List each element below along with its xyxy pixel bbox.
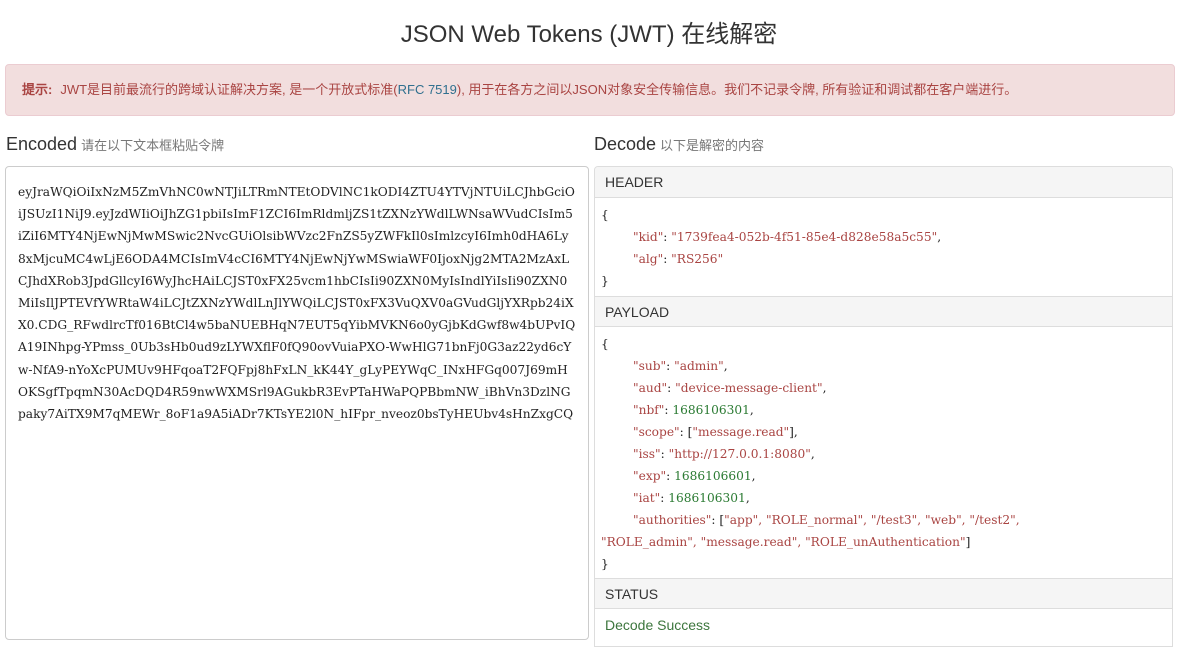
json-number-value: 1686106301 [668,491,746,505]
json-string-value: "message.read" [692,425,790,439]
json-key: "exp" [633,469,667,483]
page-title: JSON Web Tokens (JWT) 在线解密 [400,21,778,48]
payload-section-title: PAYLOAD [595,296,1172,327]
decode-subtitle: 以下是解密的内容 [660,138,765,153]
json-key: "sub" [633,359,667,373]
alert-text-before: JWT是目前最流行的跨域认证解决方案, 是一个开放式标准( [60,82,398,97]
decode-panel: HEADER { "kid": "1739fea4-052b-4f51-85e4… [594,166,1173,647]
json-string-value: "ROLE_admin", "message.read", "ROLE_unAu… [601,535,966,549]
encoded-heading: Encoded 请在以下文本框粘贴令牌 [6,134,224,155]
json-open-brace: { [601,208,609,222]
payload-sub-row: "sub": "admin", [633,359,728,373]
payload-scope-row: "scope": ["message.read"], [633,425,798,439]
encoded-subtitle: 请在以下文本框粘贴令牌 [81,138,225,153]
alert-text-after: ), 用于在各方之间以JSON对象安全传输信息。我们不记录令牌, 所有验证和调试… [456,82,1018,97]
rfc-7519-link[interactable]: RFC 7519 [398,82,457,97]
payload-json: { "sub": "admin", "aud": "device-message… [595,327,1172,578]
payload-iss-row: "iss": "http://127.0.0.1:8080", [633,447,815,461]
encoded-title: Encoded [6,134,78,154]
json-key: "aud" [633,381,668,395]
json-open-brace: { [601,337,609,351]
payload-exp-row: "exp": 1686106601, [633,469,756,483]
json-close-brace: } [601,557,609,571]
payload-authorities-continuation: "ROLE_admin", "message.read", "ROLE_unAu… [601,535,971,549]
json-key: "scope" [633,425,680,439]
header-json: { "kid": "1739fea4-052b-4f51-85e4-d828e5… [595,198,1172,296]
decode-heading: Decode 以下是解密的内容 [594,134,764,155]
payload-iat-row: "iat": 1686106301, [633,491,750,505]
json-string-value: "http://127.0.0.1:8080" [668,447,811,461]
json-close-brace: } [601,274,609,288]
json-string-value: "1739fea4-052b-4f51-85e4-d828e58a5c55" [671,230,938,244]
status-section-title: STATUS [595,578,1172,609]
header-alg-row: "alg": "RS256" [633,252,724,266]
payload-authorities-row: "authorities": ["app", "ROLE_normal", "/… [633,513,1020,527]
payload-aud-row: "aud": "device-message-client", [633,381,827,395]
json-key: "alg" [633,252,664,266]
json-number-value: 1686106601 [674,469,752,483]
json-string-value: "device-message-client" [675,381,823,395]
token-input[interactable]: eyJraWQiOiIxNzM5ZmVhNC0wNTJiLTRmNTEtODVl… [5,166,589,640]
status-message: Decode Success [605,617,711,633]
status-body: Decode Success [595,609,1172,641]
json-string-value: "app", "ROLE_normal", "/test3", "web", "… [724,513,1020,527]
header-kid-row: "kid": "1739fea4-052b-4f51-85e4-d828e58a… [633,230,942,244]
json-key: "iat" [633,491,661,505]
json-string-value: "admin" [674,359,724,373]
json-key: "iss" [633,447,661,461]
header-section-title: HEADER [595,167,1172,198]
json-key: "nbf" [633,403,665,417]
json-key: "authorities" [633,513,712,527]
info-alert: 提示: JWT是目前最流行的跨域认证解决方案, 是一个开放式标准(RFC 7519… [5,64,1175,116]
payload-nbf-row: "nbf": 1686106301, [633,403,754,417]
decode-title: Decode [594,134,657,154]
json-number-value: 1686106301 [672,403,750,417]
alert-label: 提示: [22,82,53,97]
json-key: "kid" [633,230,664,244]
json-string-value: "RS256" [671,252,724,266]
